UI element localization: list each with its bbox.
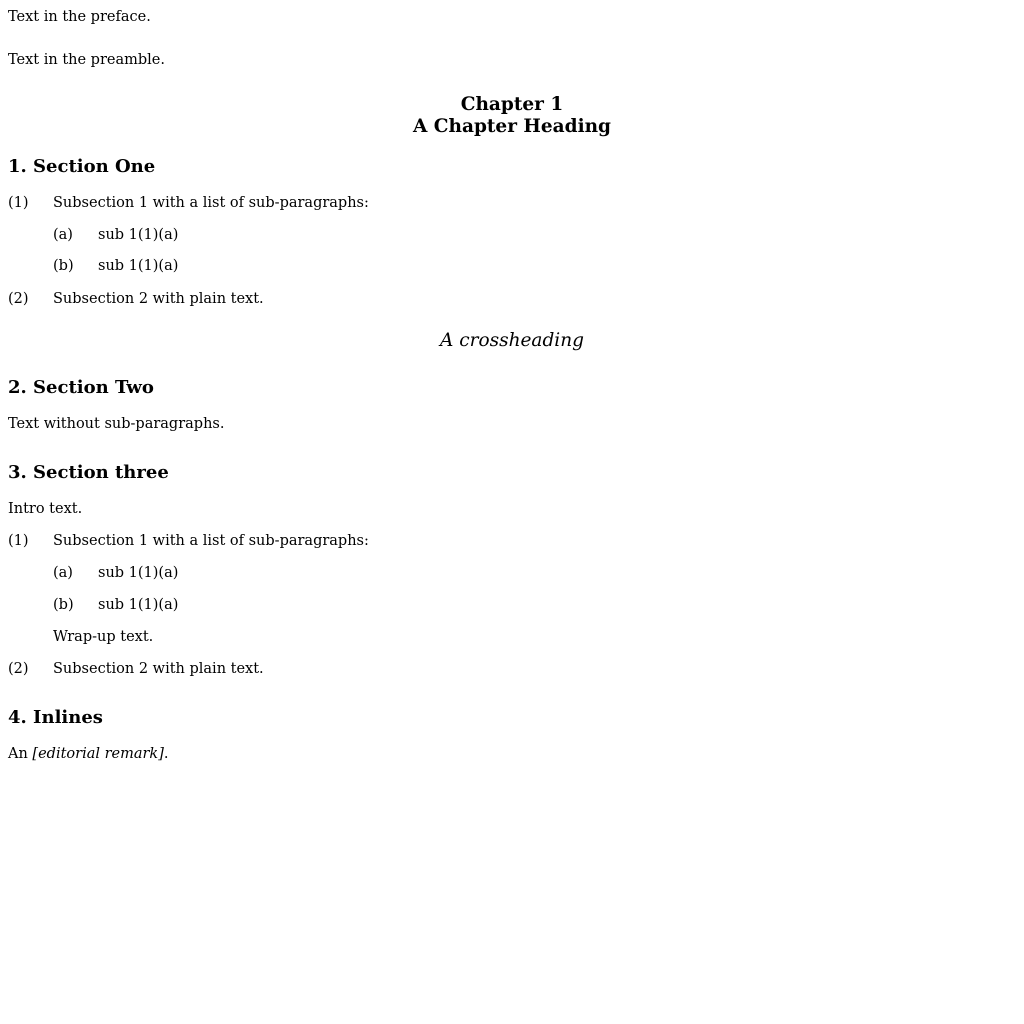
paragraph-number: (a) [53,564,73,581]
chapter-title: A Chapter Heading [413,115,611,137]
preface-text: Text in the preface. [8,9,151,25]
section-3-subsection-1: (1) Subsection 1 with a list of sub-para… [8,532,1016,551]
section-1-paragraph-a: (a) sub 1(1)(a) [8,226,1016,245]
paragraph-text: sub 1(1)(a) [98,564,179,581]
subsection-number: (1) [8,194,29,211]
inline-suffix: . [163,746,169,763]
subsection-number: (1) [8,532,29,549]
paragraph-number: (b) [53,258,74,275]
section-3-paragraph-a: (a) sub 1(1)(a) [8,564,1016,583]
section-2-text: Text without sub-paragraphs. [8,416,225,433]
subsection-text: Subsection 2 with plain text. [53,291,264,308]
section-3-wrapup-text: Wrap-up text. [53,629,154,646]
subsection-text: Subsection 1 with a list of sub-paragrap… [53,194,369,211]
section-1-subsection-2: (2) Subsection 2 with plain text. [8,290,1016,309]
subsection-number: (2) [8,661,29,678]
section-3-paragraph-b: (b) sub 1(1)(a) [8,596,1016,615]
chapter-number: Chapter 1 [460,93,564,115]
chapter-heading: Chapter 1 A Chapter Heading [8,94,1016,138]
section-3-heading: 3. Section three [8,461,169,483]
section-4-heading: 4. Inlines [8,707,103,729]
paragraph-text: sub 1(1)(a) [98,597,179,614]
paragraph-text: sub 1(1)(a) [98,226,179,243]
crossheading: A crossheading [440,330,584,352]
section-1-subsection-1: (1) Subsection 1 with a list of sub-para… [8,194,1016,213]
inline-prefix: An [8,746,33,763]
subsection-number: (2) [8,291,29,308]
preamble-text: Text in the preamble. [8,51,165,68]
document-page: Text in the preface. Text in the preambl… [8,8,1016,764]
paragraph-number: (a) [53,226,73,243]
editorial-remark: [editorial remark] [32,746,164,763]
section-2-heading: 2. Section Two [8,377,154,399]
section-3-intro: Intro text. [8,500,83,517]
section-1-heading: 1. Section One [8,155,156,177]
subsection-text: Subsection 1 with a list of sub-paragrap… [53,532,369,549]
section-4-text: An [editorial remark]. [8,745,1016,764]
section-3-subsection-2: (2) Subsection 2 with plain text. [8,660,1016,679]
subsection-text: Subsection 2 with plain text. [53,661,264,678]
paragraph-text: sub 1(1)(a) [98,258,179,275]
paragraph-number: (b) [53,597,74,614]
section-1-paragraph-b: (b) sub 1(1)(a) [8,257,1016,276]
